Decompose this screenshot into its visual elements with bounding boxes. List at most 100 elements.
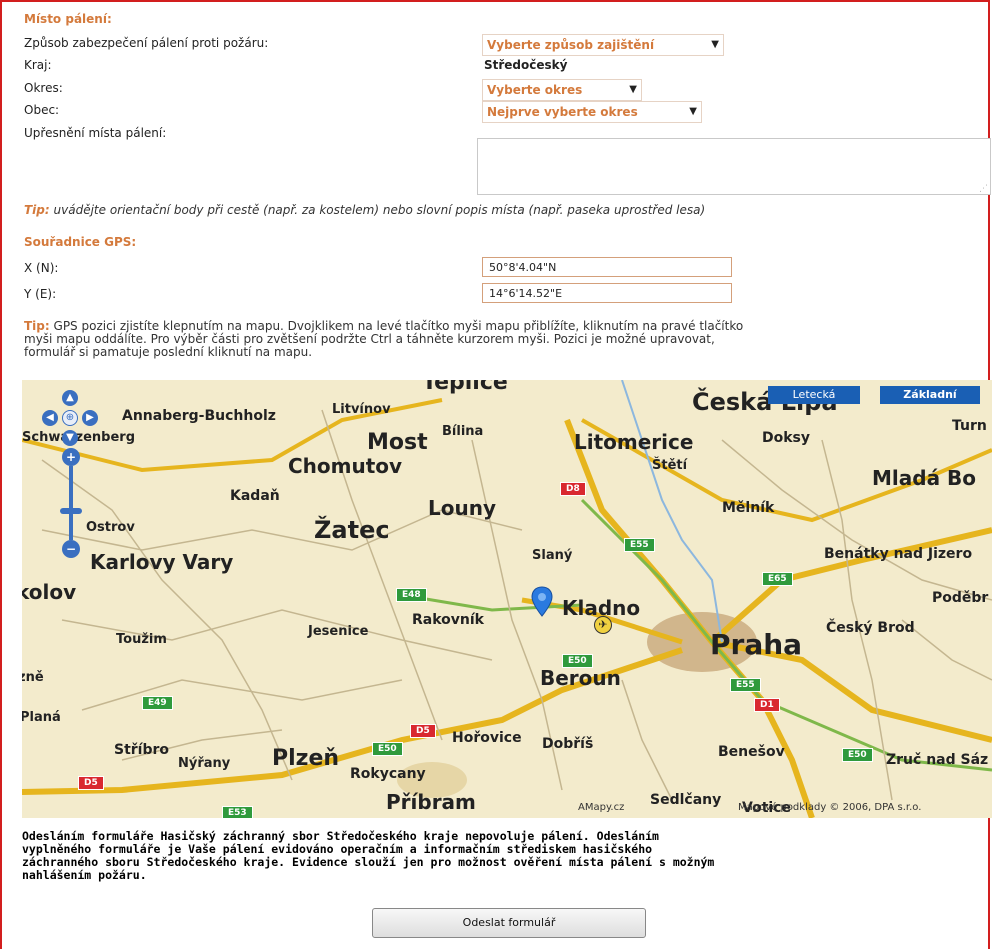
map-town: Mělník [722, 500, 775, 516]
map-town: Turn [952, 418, 987, 434]
road-badge: D5 [78, 776, 104, 790]
tip-prefix: Tip: [24, 203, 50, 217]
road-badge: E49 [142, 696, 173, 710]
district-select[interactable]: Vyberte okres ▼ [482, 79, 642, 101]
region-value: Středočeský [484, 58, 568, 72]
municipality-label: Obec: [24, 103, 60, 117]
road-badge: E48 [396, 588, 427, 602]
road-badge: E55 [730, 678, 761, 692]
map-town: Poděbr [932, 590, 989, 606]
gps-x-label: X (N): [24, 261, 59, 275]
map-town: Annaberg-Buchholz [122, 408, 276, 424]
map-town: Planá [22, 710, 61, 725]
municipality-select-value: Nejprve vyberte okres [487, 105, 638, 119]
region-label: Kraj: [24, 58, 52, 72]
map-town: Štětí [652, 458, 688, 473]
fire-safety-select[interactable]: Vyberte způsob zajištění ▼ [482, 34, 724, 56]
zoom-out-icon[interactable]: − [62, 540, 80, 558]
location-pin-icon[interactable] [530, 586, 554, 618]
map-town: Příbram [386, 790, 476, 814]
map-town: Jesenice [308, 624, 369, 639]
tip-prefix: Tip: [24, 319, 50, 333]
map-copyright: Mapové podklady © 2006, DPA s.r.o. [738, 802, 922, 813]
map-town: Beroun [540, 666, 621, 690]
place-detail-textarea[interactable]: ⋰ [477, 138, 991, 195]
gps-tip-line: formulář si pamatuje poslední kliknutí n… [24, 345, 313, 359]
tip-text: uvádějte orientační body při cestě (např… [53, 203, 706, 217]
map-town: Benátky nad Jizero [824, 546, 973, 562]
map-town: Doksy [762, 430, 811, 446]
road-badge: E55 [624, 538, 655, 552]
map-aerial-button[interactable]: Letecká [768, 386, 860, 404]
map-town: Žatec [314, 516, 390, 544]
fire-safety-select-value: Vyberte způsob zajištění [487, 38, 655, 52]
gps-x-input[interactable]: 50°8'4.04"N [482, 257, 732, 277]
arrow-down-icon[interactable]: ▼ [62, 430, 78, 446]
center-icon[interactable]: ⊕ [62, 410, 78, 426]
arrow-up-icon[interactable]: ▲ [62, 390, 78, 406]
airport-icon: ✈ [594, 616, 612, 634]
map-town: Karlovy Vary [90, 550, 234, 574]
map-town: Chomutov [288, 454, 403, 478]
chevron-down-icon: ▼ [689, 106, 697, 117]
map-canvas[interactable]: Teplice Česká Lípa Annaberg-Buchholz Lit… [22, 380, 992, 818]
zoom-slider-handle[interactable] [60, 508, 82, 514]
gps-tip-line: GPS pozici zjistíte klepnutím na mapu. D… [53, 319, 744, 333]
map-town: Kadaň [230, 488, 280, 504]
map-town: Teplice [422, 380, 508, 395]
road-badge: D1 [754, 698, 780, 712]
section-title-burning-place: Místo pálení: [24, 12, 112, 26]
chevron-down-icon: ▼ [711, 39, 719, 50]
municipality-select[interactable]: Nejprve vyberte okres ▼ [482, 101, 702, 123]
resize-handle-icon[interactable]: ⋰ [979, 184, 988, 194]
map-town: Dobříš [542, 736, 594, 752]
map-town: zně [22, 670, 44, 685]
map-town: Praha [710, 628, 803, 661]
gps-tip: Tip: GPS pozici zjistíte klepnutím na ma… [24, 320, 984, 359]
map-town: Benešov [718, 744, 785, 760]
map-town: Stříbro [114, 742, 170, 758]
arrow-left-icon[interactable]: ◀ [42, 410, 58, 426]
map-town: Litomerice [574, 430, 694, 454]
map-town: Most [367, 430, 428, 455]
zoom-slider-track[interactable] [69, 466, 73, 540]
map-town: Zruč nad Sáz [886, 752, 989, 768]
chevron-down-icon: ▼ [629, 84, 637, 95]
map-town: Bílina [442, 424, 484, 439]
map-zoom-control[interactable]: + − [60, 448, 82, 558]
map-town: kolov [22, 580, 77, 604]
map-town: Plzeň [272, 746, 340, 771]
zoom-in-icon[interactable]: + [62, 448, 80, 466]
road-badge: E50 [562, 654, 593, 668]
map-town: Rakovník [412, 612, 484, 628]
road-badge: E50 [842, 748, 873, 762]
notice-line: nahlášením požáru. [22, 868, 147, 882]
submit-button[interactable]: Odeslat formulář [372, 908, 646, 938]
map-basic-button[interactable]: Základní [880, 386, 980, 404]
map-town: Hořovice [452, 730, 522, 746]
map-town: Nýřany [178, 756, 231, 771]
gps-y-input[interactable]: 14°6'14.52"E [482, 283, 732, 303]
road-badge: D5 [410, 724, 436, 738]
map-town: Mladá Bo [872, 466, 977, 490]
place-detail-label: Upřesnění místa pálení: [24, 126, 167, 140]
map-town: Toužim [116, 632, 167, 647]
map-town: Sedlčany [650, 792, 722, 808]
map-town: Litvínov [332, 402, 391, 417]
place-tip: Tip: uvádějte orientační body při cestě … [24, 203, 705, 217]
legal-notice: Odesláním formuláře Hasičský záchranný s… [22, 830, 988, 882]
map-pan-control[interactable]: ▲ ◀ ⊕ ▶ ▼ [42, 390, 98, 446]
section-title-gps: Souřadnice GPS: [24, 235, 137, 249]
map-town: Český Brod [826, 620, 915, 636]
district-label: Okres: [24, 81, 63, 95]
fire-safety-label: Způsob zabezpečení pálení proti požáru: [24, 36, 269, 50]
district-select-value: Vyberte okres [487, 83, 583, 97]
road-badge: E53 [222, 806, 253, 818]
map-logo[interactable]: AMapy.cz [578, 802, 624, 813]
road-badge: D8 [560, 482, 586, 496]
arrow-right-icon[interactable]: ▶ [82, 410, 98, 426]
notice-line: záchranného sboru Středočeského kraje. E… [22, 855, 715, 869]
road-badge: E50 [372, 742, 403, 756]
gps-y-label: Y (E): [24, 287, 57, 301]
map-town: Rokycany [350, 766, 426, 782]
